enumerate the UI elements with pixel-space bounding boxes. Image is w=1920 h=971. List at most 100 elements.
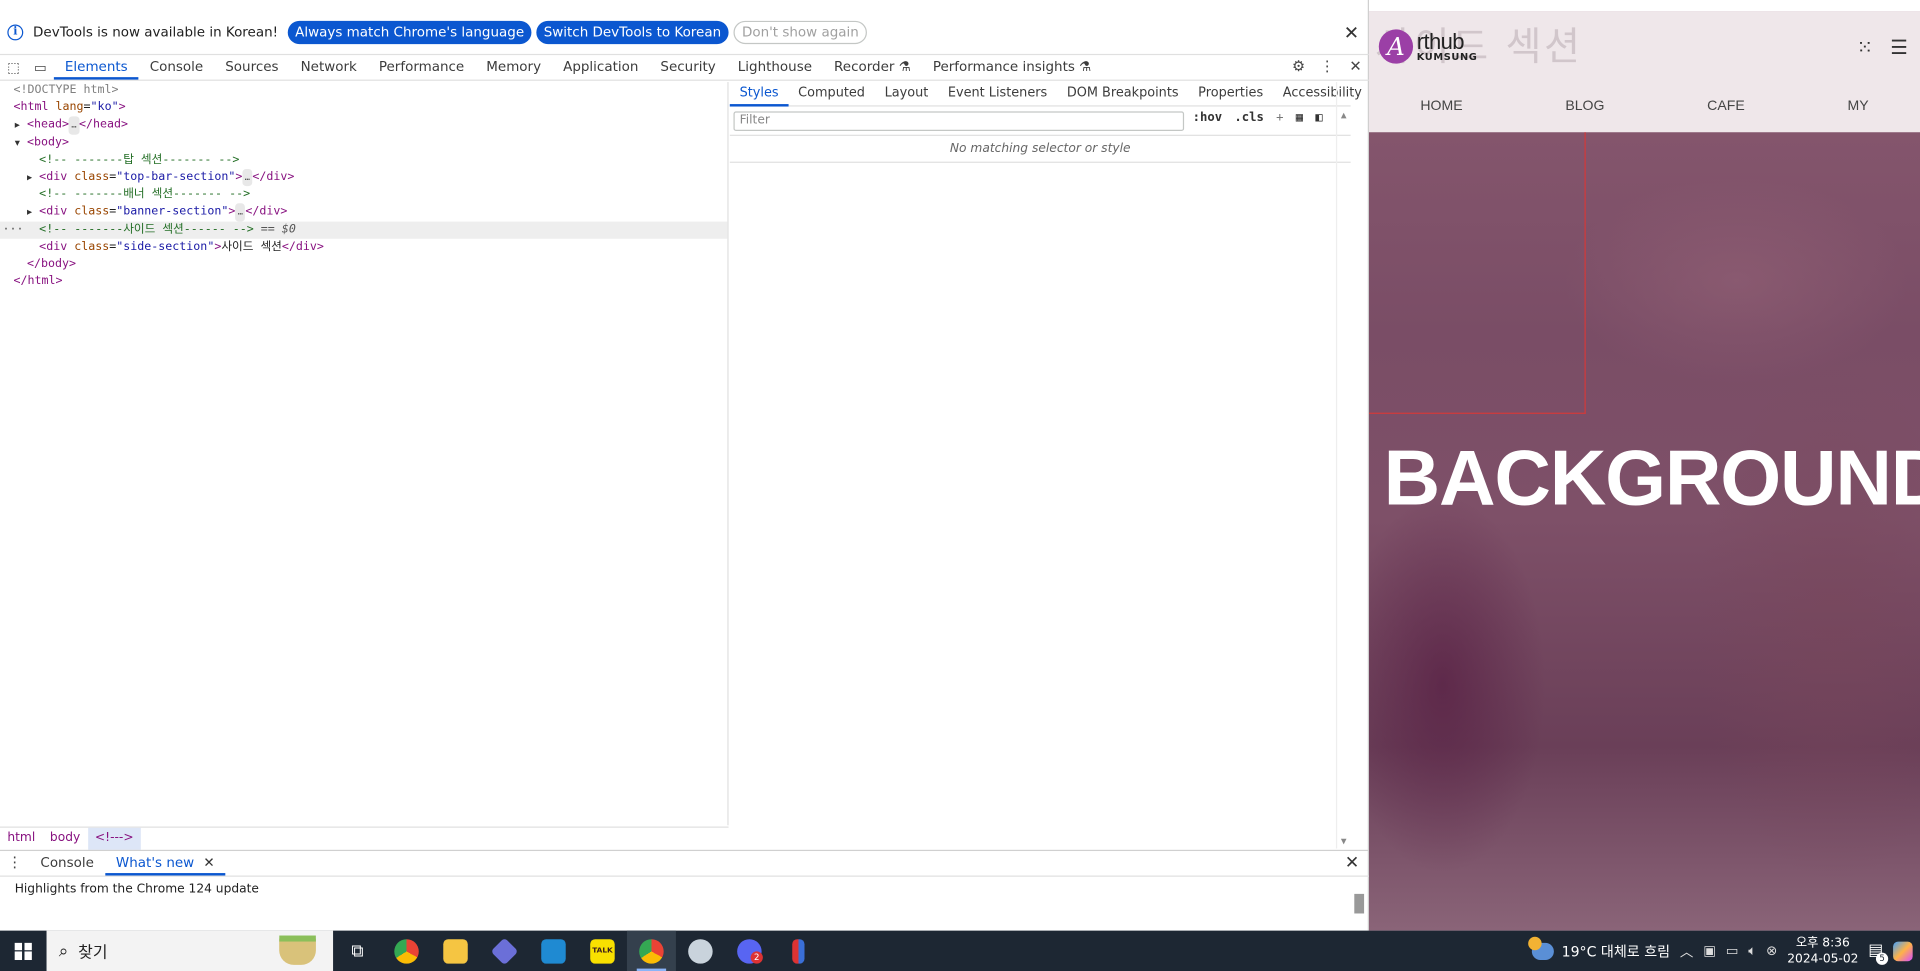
tab-application[interactable]: Application xyxy=(552,55,649,79)
chrome-app[interactable] xyxy=(382,931,431,971)
nav-my[interactable]: MY xyxy=(1847,99,1868,114)
file-explorer-app[interactable] xyxy=(431,931,480,971)
taskbar-search[interactable]: ⌕ 찾기 xyxy=(46,930,334,971)
weather-widget[interactable]: 19°C 대체로 흐림 xyxy=(1528,936,1670,961)
vscode-icon xyxy=(541,938,566,964)
tab-layout[interactable]: Layout xyxy=(875,82,938,106)
drawer-tab-whats-new[interactable]: What's new ✕ xyxy=(104,851,226,876)
close-drawer-icon[interactable]: ✕ xyxy=(1345,853,1359,873)
more-options-icon[interactable]: ⋮ xyxy=(1320,58,1335,75)
close-tab-icon[interactable]: ✕ xyxy=(203,855,214,871)
breadcrumb-body[interactable]: body xyxy=(43,827,88,849)
scroll-down-icon[interactable]: ▼ xyxy=(1341,838,1347,847)
tab-sources[interactable]: Sources xyxy=(214,55,289,79)
collapsed-ellipsis[interactable]: … xyxy=(242,168,253,187)
clipchamp-app[interactable] xyxy=(480,931,529,971)
tree-line-top-bar[interactable]: ▶ <div class="top-bar-section">… </div> xyxy=(0,168,727,187)
site-logo[interactable]: A rthub KUMSUNG xyxy=(1378,29,1478,64)
grid-menu-icon[interactable]: ⁙ xyxy=(1857,36,1873,59)
tree-line-side[interactable]: <div class="side-section">사이드 섹션</div> xyxy=(0,238,727,255)
tab-properties[interactable]: Properties xyxy=(1188,82,1273,106)
switch-korean-button[interactable]: Switch DevTools to Korean xyxy=(536,20,729,45)
discord-app[interactable]: 2 xyxy=(725,931,774,971)
tab-lighthouse[interactable]: Lighthouse xyxy=(727,55,823,79)
styles-filter-input[interactable]: Filter xyxy=(733,111,1185,132)
tab-performance[interactable]: Performance xyxy=(368,55,475,79)
nav-home[interactable]: HOME xyxy=(1420,99,1462,114)
blocked-icon[interactable]: ⊗ xyxy=(1766,943,1777,959)
tree-line-html-close[interactable]: </html> xyxy=(0,273,727,290)
notification-icon[interactable]: ▤ 5 xyxy=(1868,942,1889,965)
collapse-triangle-icon[interactable]: ▼ xyxy=(15,134,27,151)
breadcrumb-html[interactable]: html xyxy=(0,827,43,849)
drawer-tab-console[interactable]: Console xyxy=(29,851,105,875)
new-rule-plus-icon[interactable]: + xyxy=(1276,111,1283,124)
scrollbar-thumb[interactable] xyxy=(1354,893,1365,914)
camera-icon[interactable]: ▣ xyxy=(1703,943,1716,959)
start-button[interactable] xyxy=(0,931,47,971)
task-view-button[interactable]: ⧉ xyxy=(333,931,382,971)
styles-scrollbar[interactable]: ▲ ▼ xyxy=(1335,82,1351,849)
tree-line-body-close[interactable]: </body> xyxy=(0,256,727,273)
copilot-icon[interactable] xyxy=(1893,941,1913,961)
nav-cafe[interactable]: CAFE xyxy=(1707,99,1745,114)
settings-gear-icon[interactable]: ⚙ xyxy=(1292,58,1305,75)
cls-toggle[interactable]: .cls xyxy=(1234,111,1264,124)
breadcrumb: html body <!---> xyxy=(0,826,729,850)
drawer-scrollbar[interactable] xyxy=(1353,880,1365,929)
side-text: 사이드 섹션 xyxy=(221,239,282,254)
gutter-dots[interactable]: ··· xyxy=(2,221,23,238)
nav-blog[interactable]: BLOG xyxy=(1565,99,1604,114)
tree-line-head[interactable]: ▶ <head>… </head> xyxy=(0,116,727,135)
tab-performance-insights[interactable]: Performance insights ⚗ xyxy=(922,55,1102,79)
tab-accessibility[interactable]: Accessibility xyxy=(1273,82,1372,106)
tree-line-body[interactable]: ▼ <body> xyxy=(0,134,727,151)
tab-network[interactable]: Network xyxy=(290,55,368,79)
breadcrumb-comment[interactable]: <!---> xyxy=(87,827,141,850)
tab-memory[interactable]: Memory xyxy=(475,55,552,79)
tab-elements[interactable]: Elements xyxy=(53,55,139,80)
chevron-up-icon[interactable]: ︿ xyxy=(1680,941,1693,961)
collapsed-ellipsis[interactable]: … xyxy=(68,116,80,135)
tree-line-doctype[interactable]: <!DOCTYPE html> xyxy=(0,82,727,99)
inspect-element-icon[interactable]: ⬚ xyxy=(0,55,27,79)
class-value: "top-bar-section" xyxy=(116,170,236,184)
tree-line-comment-side-selected[interactable]: ··· <!-- -------사이드 섹션------ --> == $0 xyxy=(0,221,728,239)
match-language-button[interactable]: Always match Chrome's language xyxy=(287,20,532,45)
close-icon[interactable]: ✕ xyxy=(1344,22,1359,44)
tab-event-listeners[interactable]: Event Listeners xyxy=(938,82,1057,106)
tab-console[interactable]: Console xyxy=(139,55,215,79)
tab-dom-breakpoints[interactable]: DOM Breakpoints xyxy=(1057,82,1188,106)
tab-recorder[interactable]: Recorder ⚗ xyxy=(823,55,922,79)
volume-icon[interactable]: 🔈︎ xyxy=(1748,942,1756,959)
network-icon[interactable]: ▭ xyxy=(1726,943,1739,959)
tab-styles[interactable]: Styles xyxy=(729,82,789,107)
clock[interactable]: 오후 8:36 2024-05-02 xyxy=(1787,935,1858,967)
kakaotalk-app[interactable]: TALK xyxy=(578,931,627,971)
hamburger-menu-icon[interactable]: ☰ xyxy=(1890,36,1908,59)
expand-triangle-icon[interactable]: ▶ xyxy=(27,204,39,221)
tree-line-banner[interactable]: ▶ <div class="banner-section">… </div> xyxy=(0,203,727,222)
hov-toggle[interactable]: :hov xyxy=(1193,111,1223,124)
scroll-up-icon[interactable]: ▲ xyxy=(1341,111,1347,120)
tab-computed[interactable]: Computed xyxy=(788,82,874,106)
chrome-app-active[interactable] xyxy=(626,930,676,971)
tree-line-comment-top[interactable]: <!-- -------탑 섹션------- --> xyxy=(0,152,727,169)
close-devtools-icon[interactable]: ✕ xyxy=(1349,58,1361,75)
toggle-sidebar-icon[interactable]: ◧ xyxy=(1315,111,1322,124)
expand-triangle-icon[interactable]: ▶ xyxy=(15,117,27,134)
device-toolbar-icon[interactable]: ▭ xyxy=(27,55,54,79)
doctype-text: <!DOCTYPE html> xyxy=(13,83,119,97)
tab-security[interactable]: Security xyxy=(649,55,726,79)
expand-triangle-icon[interactable]: ▶ xyxy=(27,169,39,186)
div-tag-end: > xyxy=(214,239,222,254)
pin-app[interactable] xyxy=(774,931,823,971)
paint-brush-icon[interactable]: ▦ xyxy=(1296,111,1303,124)
tree-line-html[interactable]: <html lang="ko"> xyxy=(0,99,727,116)
tree-line-comment-banner[interactable]: <!-- -------배너 섹션------- --> xyxy=(0,186,727,203)
drawer-menu-icon[interactable]: ⋮ xyxy=(0,851,29,875)
vscode-app[interactable] xyxy=(529,931,578,971)
selected-node-marker: == $0 xyxy=(260,222,296,236)
paint-app[interactable] xyxy=(676,931,725,971)
dont-show-again-button[interactable]: Don't show again xyxy=(733,20,868,45)
